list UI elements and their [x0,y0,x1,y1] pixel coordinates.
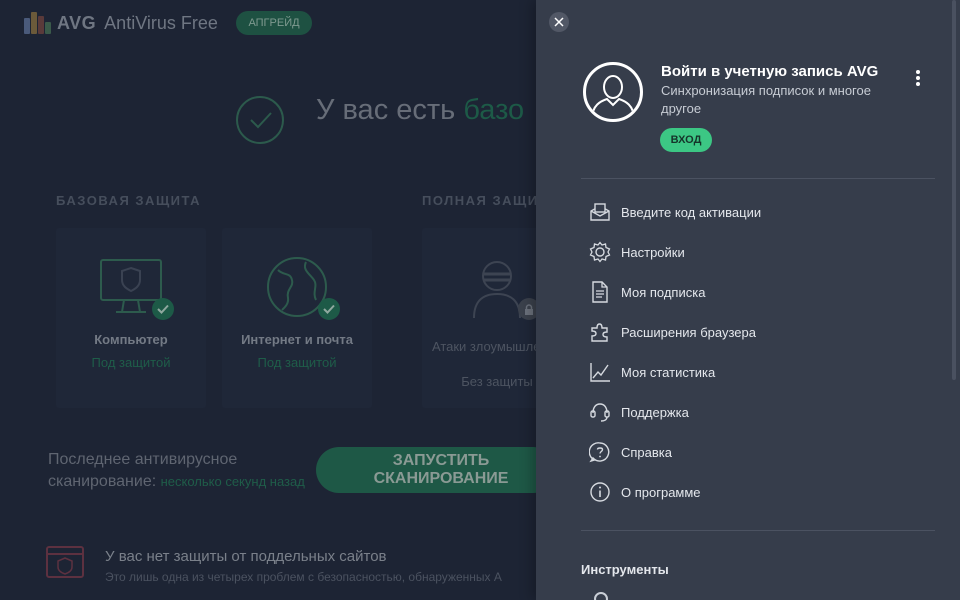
run-scan-label-line2: СКАНИРОВАНИЕ [373,470,509,487]
warning-title: У вас нет защиты от поддельных сайтов [105,548,387,565]
menu-item-settings[interactable]: Настройки [587,232,927,272]
menu-item-label: Настройки [621,244,685,260]
menu-item-label: Введите код активации [621,204,762,220]
status-check-icon [236,96,284,144]
more-options-icon[interactable] [912,68,924,88]
menu-item-browser-extensions[interactable]: Расширения браузера [587,312,927,352]
run-scan-label-line1: ЗАПУСТИТЬ [392,452,490,469]
menu-item-label: О программе [621,484,701,500]
chart-icon [587,359,613,385]
computer-card[interactable]: Компьютер Под защитой [56,228,206,408]
account-subtitle: Синхронизация подписок и многое другое [661,83,871,116]
card-state: Под защитой [257,355,337,370]
tools-section-title: Инструменты [581,562,669,577]
status-title-text: У вас есть [316,94,464,126]
protected-check-icon [152,298,174,320]
last-scan-value: несколько секунд назад [160,474,305,489]
card-name: Компьютер [94,332,168,347]
help-icon [587,439,613,465]
upgrade-button[interactable]: АПГРЕЙД [236,11,312,35]
last-scan-label-line1: Последнее антивирусное [48,451,238,468]
menu-item-label: Справка [621,444,672,460]
login-button[interactable]: ВХОД [660,128,712,152]
card-state: Под защитой [91,355,171,370]
status-title: У вас есть базо [316,94,524,127]
activation-code-icon [587,199,613,225]
basic-protection-label: БАЗОВАЯ ЗАЩИТА [56,193,202,208]
headset-icon [587,399,613,425]
menu-item-about[interactable]: О программе [587,472,927,512]
puzzle-icon [587,319,613,345]
card-name: Интернет и почта [241,332,353,347]
brand-name: AVG [57,12,97,33]
protected-check-icon [318,298,340,320]
menu-item-label: Поддержка [621,404,689,420]
user-avatar-icon [583,62,643,122]
close-panel-button[interactable] [549,12,569,32]
internet-mail-card[interactable]: Интернет и почта Под защитой [222,228,372,408]
divider [581,178,935,179]
menu-item-subscription[interactable]: Моя подписка [587,272,927,312]
panel-scrollbar[interactable] [952,0,956,380]
account-title: Войти в учетную запись AVG [661,63,879,80]
info-icon [587,479,613,505]
account-menu-panel: Войти в учетную запись AVG Синхронизация… [536,0,960,600]
full-protection-label: ПОЛНАЯ ЗАЩИ [422,193,539,208]
warning-subtitle: Это лишь одна из четырех проблем с безоп… [105,570,502,584]
browser-warning-icon [46,546,84,578]
run-scan-button[interactable]: ЗАПУСТИТЬ СКАНИРОВАНИЕ [316,447,556,493]
divider [581,530,935,531]
menu-item-label: Расширения браузера [621,324,756,340]
menu-item-label: Моя подписка [621,284,706,300]
menu-item-help[interactable]: Справка [587,432,927,472]
last-scan-label-line2: сканирование: [48,473,157,490]
close-icon [554,17,564,27]
avg-logo-icon [24,12,54,34]
menu-item-support[interactable]: Поддержка [587,392,927,432]
tool-item-icon[interactable] [594,592,608,600]
status-title-highlight: базо [463,94,525,126]
menu-item-statistics[interactable]: Моя статистика [587,352,927,392]
gear-icon [587,239,613,265]
document-icon [587,279,613,305]
menu-item-activation-code[interactable]: Введите код активации [587,192,927,232]
last-scan-info: Последнее антивирусное сканирование: нес… [48,449,305,493]
menu-item-label: Моя статистика [621,364,716,380]
product-name: AntiVirus Free [104,12,218,33]
app-logo: AVG AntiVirus Free [24,12,218,34]
